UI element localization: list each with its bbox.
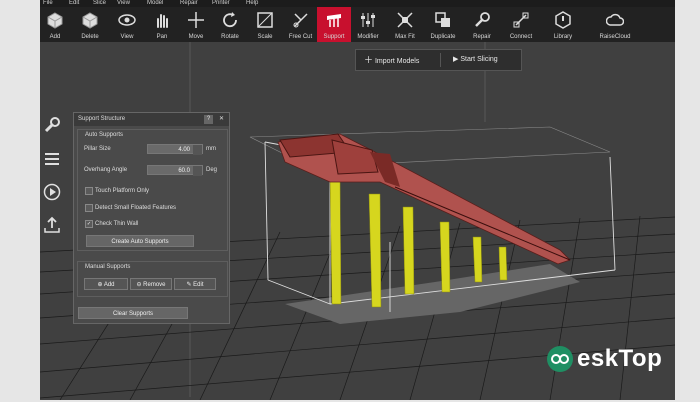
- pillar-size-unit: mm: [206, 146, 216, 152]
- wrench-icon: [475, 12, 490, 27]
- remove-support-button[interactable]: ⊖ Remove: [130, 278, 172, 290]
- create-auto-supports-button[interactable]: Create Auto Supports: [86, 235, 194, 247]
- manual-supports-section: Manual Supports ⊕ Add ⊖ Remove ✎ Edit: [77, 261, 228, 297]
- plus-icon: ＋: [364, 55, 374, 65]
- menu-printer[interactable]: Printer: [212, 0, 230, 7]
- help-button[interactable]: ?: [204, 115, 213, 124]
- scale-icon: [257, 12, 273, 28]
- minus-circle-icon: ⊖: [136, 282, 142, 288]
- main-toolbar: Add Delete View Pan Move Rotate Scale Fr…: [40, 7, 675, 43]
- touch-platform-checkbox[interactable]: [85, 187, 93, 195]
- check-thin-wall-label: Check Thin Wall: [95, 221, 139, 227]
- menu-file[interactable]: File: [43, 0, 53, 7]
- add-cube-icon: [47, 12, 63, 29]
- manual-supports-heading: Manual Supports: [85, 264, 131, 270]
- view-button[interactable]: View: [112, 7, 142, 42]
- menu-model[interactable]: Model: [147, 0, 163, 7]
- divider: [440, 53, 441, 67]
- pencil-icon: ✎: [186, 282, 192, 288]
- menu-help[interactable]: Help: [246, 0, 258, 7]
- desktop-logo-icon: [547, 346, 573, 372]
- watermark-text: eskTop: [577, 345, 663, 372]
- move-arrows-icon: [188, 12, 204, 28]
- stepper-arrows-icon[interactable]: [193, 166, 202, 176]
- edit-support-button[interactable]: ✎ Edit: [174, 278, 216, 290]
- max-fit-button[interactable]: Max Fit: [390, 7, 420, 42]
- detect-small-checkbox[interactable]: [85, 204, 93, 212]
- support-icon: [327, 14, 341, 27]
- delete-button[interactable]: Delete: [75, 7, 105, 42]
- import-models-button[interactable]: ＋ Import Models: [364, 52, 442, 68]
- overhang-angle-input[interactable]: 60.0: [147, 165, 203, 176]
- 3d-model: [277, 133, 571, 265]
- action-bar: ＋ Import Models ▶ Start Slicing: [355, 49, 522, 71]
- desktop-watermark: eskTop: [545, 340, 695, 380]
- plus-circle-icon: ⊕: [97, 282, 103, 288]
- eye-icon: [118, 14, 136, 26]
- modifier-sliders-icon: [361, 13, 375, 27]
- play-circle-icon[interactable]: [43, 183, 61, 201]
- support-button[interactable]: Support: [317, 7, 351, 42]
- detect-small-label: Detect Small Floated Features: [95, 205, 177, 211]
- panel-title: Support Structure: [78, 116, 126, 122]
- scale-button[interactable]: Scale: [250, 7, 280, 42]
- support-structure-panel: Support Structure ? ✕ Auto Supports Pill…: [73, 112, 230, 324]
- menu-slice[interactable]: Slice: [93, 0, 106, 7]
- raisecloud-button[interactable]: RaiseCloud: [595, 7, 635, 42]
- list-icon[interactable]: [43, 150, 61, 168]
- free-cut-button[interactable]: Free Cut: [283, 7, 318, 42]
- max-fit-icon: [397, 12, 413, 28]
- clear-supports-button[interactable]: Clear Supports: [78, 307, 188, 319]
- overhang-angle-unit: Deg: [206, 167, 218, 173]
- menu-view[interactable]: View: [117, 0, 130, 7]
- connect-icon: [513, 12, 529, 28]
- overhang-angle-label: Overhang Angle: [84, 167, 128, 173]
- side-toolbar: [40, 110, 64, 240]
- close-button[interactable]: ✕: [217, 115, 226, 124]
- library-icon: [555, 11, 571, 29]
- add-button[interactable]: Add: [40, 7, 70, 42]
- touch-platform-label: Touch Platform Only: [95, 188, 150, 194]
- library-button[interactable]: Library: [548, 7, 578, 42]
- play-circle-icon: ▶: [453, 56, 459, 63]
- model-shadow: [285, 264, 580, 324]
- wrench-icon[interactable]: [43, 116, 61, 134]
- check-thin-wall-checkbox[interactable]: ✓: [85, 220, 93, 228]
- menu-repair[interactable]: Repair: [180, 0, 198, 7]
- move-button[interactable]: Move: [181, 7, 211, 42]
- stepper-arrows-icon[interactable]: [193, 145, 202, 155]
- menu-bar: File Edit Slice View Model Repair Printe…: [40, 0, 675, 7]
- pillar-size-input[interactable]: 4.00: [147, 144, 203, 155]
- upload-icon[interactable]: [43, 216, 61, 234]
- auto-supports-section: Auto Supports Pillar Size 4.00 mm Overha…: [77, 129, 228, 251]
- pillar-size-label: Pillar Size: [84, 146, 111, 152]
- menu-edit[interactable]: Edit: [69, 0, 79, 7]
- pan-button[interactable]: Pan: [147, 7, 177, 42]
- rotate-button[interactable]: Rotate: [215, 7, 245, 42]
- hand-icon: [157, 14, 168, 28]
- rotate-icon: [223, 12, 237, 28]
- add-support-button[interactable]: ⊕ Add: [84, 278, 128, 290]
- connect-button[interactable]: Connect: [504, 7, 538, 42]
- delete-cube-icon: [82, 12, 98, 29]
- repair-button[interactable]: Repair: [467, 7, 497, 42]
- start-slicing-button[interactable]: ▶ Start Slicing: [453, 52, 519, 68]
- duplicate-button[interactable]: Duplicate: [426, 7, 460, 42]
- auto-supports-heading: Auto Supports: [85, 132, 124, 138]
- cloud-icon: [606, 13, 624, 26]
- duplicate-icon: [435, 12, 450, 27]
- panel-header: Support Structure ? ✕: [74, 113, 229, 126]
- free-cut-icon: [293, 13, 308, 28]
- modifier-button[interactable]: Modifier: [353, 7, 383, 42]
